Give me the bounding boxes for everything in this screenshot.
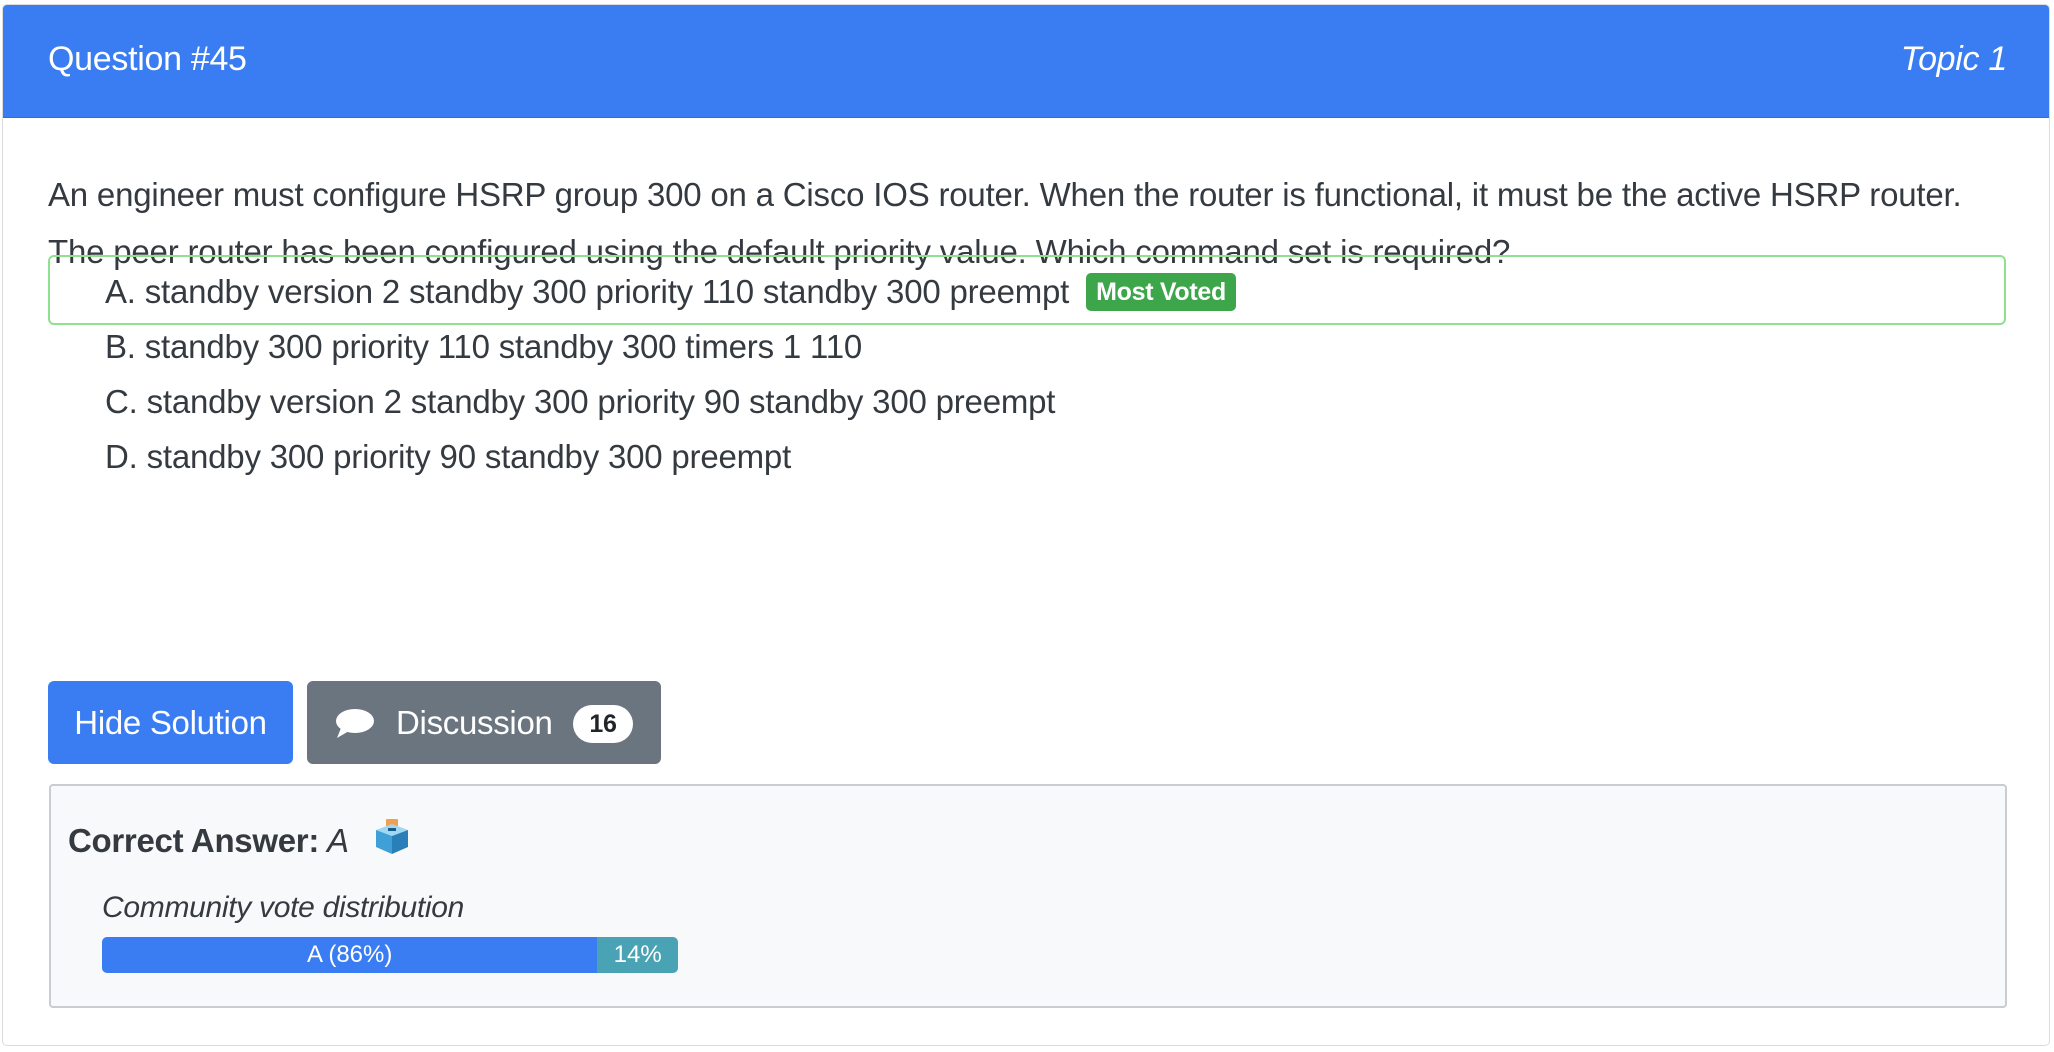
topic-label: Topic 1 bbox=[1900, 40, 2008, 78]
vote-segment-label: A (86%) bbox=[306, 941, 393, 968]
chat-bubble-icon bbox=[336, 709, 374, 738]
choice-text: standby 300 priority 90 standby 300 pree… bbox=[146, 438, 792, 475]
vote-distribution-title: Community vote distribution bbox=[102, 891, 465, 924]
discussion-count-badge: 16 bbox=[573, 705, 633, 743]
vote-segment-other: 14% bbox=[597, 937, 678, 973]
question-number: Question #45 bbox=[48, 40, 247, 78]
discussion-label: Discussion bbox=[396, 704, 553, 741]
vote-segment-label: 14% bbox=[613, 941, 662, 968]
choice-d[interactable]: D. standby 300 priority 90 standby 300 p… bbox=[48, 420, 2006, 490]
choice-letter: A. bbox=[105, 273, 136, 310]
question-header: Question #45 Topic 1 bbox=[3, 5, 2049, 118]
hide-solution-label: Hide Solution bbox=[74, 704, 267, 741]
choice-text: standby 300 priority 110 standby 300 tim… bbox=[144, 328, 862, 365]
most-voted-badge: Most Voted bbox=[1086, 273, 1236, 311]
correct-answer-value: A bbox=[327, 822, 349, 859]
question-card: Question #45 Topic 1 An engineer must co… bbox=[2, 4, 2050, 1046]
correct-answer-panel: Correct Answer: A Community vote distribu… bbox=[49, 784, 2007, 1008]
ballot-box-icon[interactable] bbox=[372, 816, 412, 856]
choice-letter: C. bbox=[105, 383, 138, 420]
correct-answer-label: Correct Answer: bbox=[68, 822, 320, 859]
discussion-button[interactable]: Discussion 16 bbox=[307, 681, 661, 764]
choice-text: standby version 2 standby 300 priority 1… bbox=[144, 273, 1070, 310]
correct-answer-line: Correct Answer: A bbox=[68, 816, 412, 865]
vote-segment-a: A (86%) bbox=[102, 937, 598, 973]
hide-solution-button[interactable]: Hide Solution bbox=[48, 681, 293, 764]
vote-distribution-bar: A (86%) 14% bbox=[102, 937, 678, 973]
choice-letter: D. bbox=[105, 438, 138, 475]
choice-letter: B. bbox=[105, 328, 136, 365]
choice-text: standby version 2 standby 300 priority 9… bbox=[146, 383, 1056, 420]
